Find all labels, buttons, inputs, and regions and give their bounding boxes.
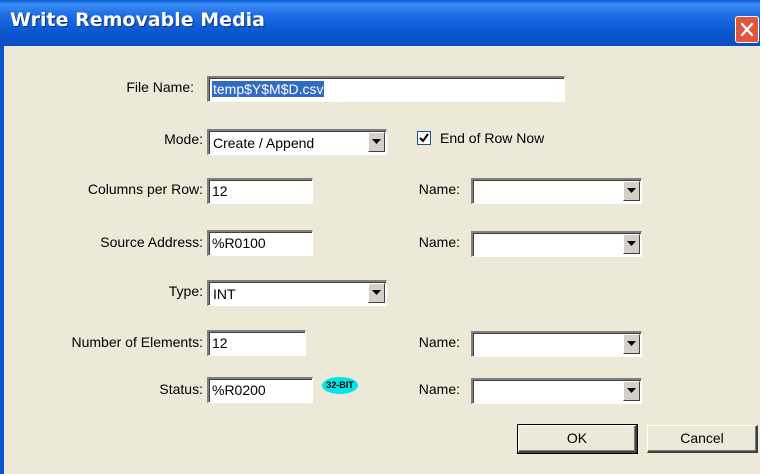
status-input[interactable]: %R0200 <box>207 377 313 403</box>
status-32bit-badge: 32-BIT <box>322 377 358 394</box>
columns-name-dropdown[interactable] <box>471 178 642 204</box>
number-of-elements-label: Number of Elements: <box>71 334 204 350</box>
mode-label: Mode: <box>164 131 203 147</box>
end-of-row-checkbox[interactable] <box>417 131 431 145</box>
window-border <box>0 46 4 474</box>
type-dropdown[interactable]: INT <box>207 280 387 306</box>
status-name-dropdown[interactable] <box>471 378 642 404</box>
source-address-input[interactable]: %R0100 <box>207 230 313 256</box>
columns-per-row-input[interactable]: 12 <box>207 178 313 204</box>
close-button[interactable] <box>735 16 759 43</box>
status-name-dropdown-button[interactable] <box>623 381 640 401</box>
file-name-value: temp$Y$M$D.csv <box>212 81 325 97</box>
status-name-label: Name: <box>418 381 460 397</box>
status-label: Status: <box>159 381 203 397</box>
type-label: Type: <box>168 283 203 299</box>
source-name-label: Name: <box>418 234 460 250</box>
source-address-label: Source Address: <box>100 234 203 250</box>
cancel-button[interactable]: Cancel <box>647 425 758 453</box>
title-bar[interactable]: Write Removable Media <box>0 0 760 46</box>
columns-name-label: Name: <box>418 181 460 197</box>
end-of-row-label: End of Row Now <box>440 130 545 146</box>
dialog-window: Write Removable Media File Name: temp$Y$… <box>0 0 760 474</box>
elements-name-dropdown[interactable] <box>471 331 642 357</box>
source-name-dropdown[interactable] <box>471 231 642 257</box>
elements-name-label: Name: <box>418 334 460 350</box>
ok-button[interactable]: OK <box>517 424 638 454</box>
columns-name-dropdown-button[interactable] <box>623 181 640 201</box>
mode-dropdown-button[interactable] <box>368 132 385 152</box>
columns-per-row-label: Columns per Row: <box>87 181 203 197</box>
mode-value: Create / Append <box>213 135 315 151</box>
window-title: Write Removable Media <box>10 9 266 31</box>
file-name-input[interactable]: temp$Y$M$D.csv <box>207 76 565 102</box>
file-name-label: File Name: <box>126 79 194 95</box>
number-of-elements-input[interactable]: 12 <box>207 330 306 356</box>
type-dropdown-button[interactable] <box>368 283 385 303</box>
source-name-dropdown-button[interactable] <box>623 234 640 254</box>
mode-dropdown[interactable]: Create / Append <box>207 129 387 155</box>
type-value: INT <box>213 286 236 302</box>
elements-name-dropdown-button[interactable] <box>623 334 640 354</box>
